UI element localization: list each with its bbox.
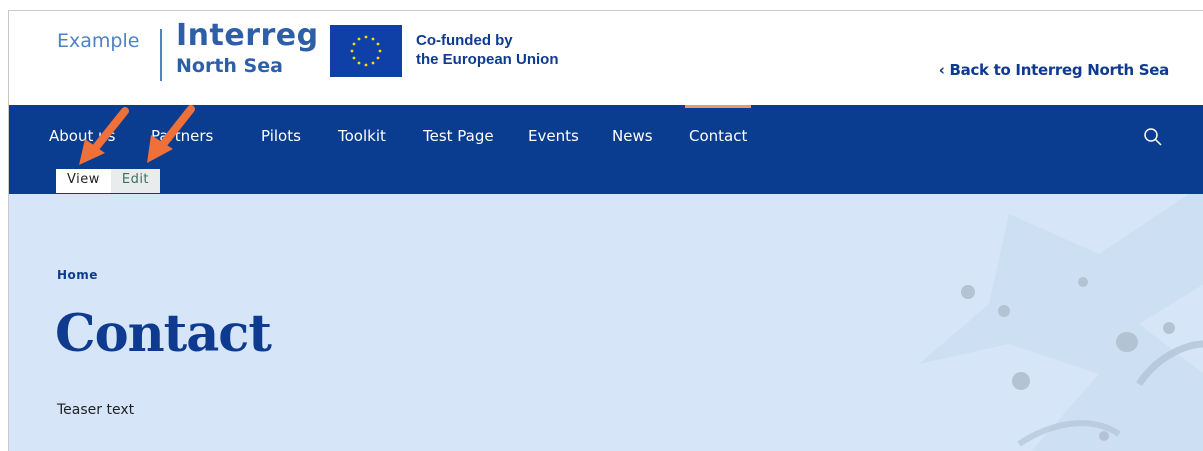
nav-item-contact[interactable]: Contact	[689, 127, 747, 145]
nav-active-indicator	[685, 105, 751, 108]
page-title: Contact	[55, 304, 272, 364]
search-icon[interactable]	[1143, 127, 1163, 147]
tab-edit[interactable]: Edit	[110, 169, 161, 193]
logo-north-sea-text[interactable]: North Sea	[176, 55, 283, 77]
site-header: Example Interreg North Sea Co-funded by …	[9, 11, 1203, 105]
annotation-arrow-view-icon	[79, 107, 129, 165]
nav-item-toolkit[interactable]: Toolkit	[338, 127, 386, 145]
logo-divider	[160, 29, 162, 81]
breadcrumb-home-link[interactable]: Home	[57, 268, 98, 282]
nav-item-events[interactable]: Events	[528, 127, 579, 145]
annotation-arrow-edit-icon	[147, 105, 195, 163]
eu-line-1: Co-funded by	[416, 32, 513, 49]
logo-example-text[interactable]: Example	[57, 30, 139, 52]
teaser-text: Teaser text	[57, 402, 135, 418]
nav-item-test-page[interactable]: Test Page	[423, 127, 494, 145]
tab-view[interactable]: View	[56, 169, 111, 193]
eu-cofunded-text: Co-funded by the European Union	[416, 31, 559, 69]
logo-interreg-text[interactable]: Interreg	[176, 18, 319, 53]
page-hero: Home Contact Teaser text	[9, 194, 1203, 451]
eu-line-2: the European Union	[416, 51, 559, 68]
nav-item-news[interactable]: News	[612, 127, 653, 145]
eu-flag-icon	[330, 25, 402, 77]
nav-item-pilots[interactable]: Pilots	[261, 127, 301, 145]
local-tasks-tabs: View Edit	[56, 169, 161, 193]
browser-frame: Example Interreg North Sea Co-funded by …	[8, 10, 1203, 451]
back-to-interreg-link[interactable]: ‹ Back to Interreg North Sea	[939, 61, 1170, 79]
